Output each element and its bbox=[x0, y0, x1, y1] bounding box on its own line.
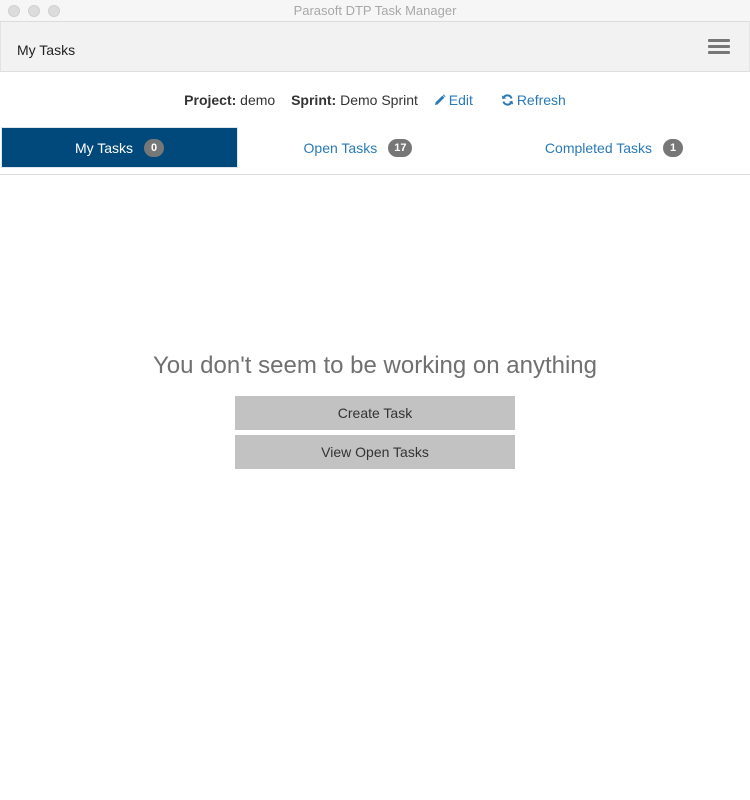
window-title: Parasoft DTP Task Manager bbox=[293, 3, 457, 18]
project-label: Project: bbox=[184, 92, 237, 108]
hamburger-bar bbox=[708, 51, 730, 54]
refresh-label: Refresh bbox=[516, 92, 566, 108]
app-header: My Tasks bbox=[0, 22, 750, 72]
sprint-label: Sprint: bbox=[291, 92, 337, 108]
hamburger-bar bbox=[708, 39, 730, 42]
hamburger-bar bbox=[708, 45, 730, 48]
tab-label: My Tasks bbox=[74, 139, 134, 156]
page-title: My Tasks bbox=[17, 42, 76, 58]
refresh-link[interactable]: Refresh bbox=[501, 92, 566, 108]
tab-my-tasks[interactable]: My Tasks 0 bbox=[1, 127, 238, 168]
window-titlebar: Parasoft DTP Task Manager bbox=[0, 0, 750, 22]
tab-open-tasks[interactable]: Open Tasks 17 bbox=[238, 127, 478, 168]
task-tabs: My Tasks 0 Open Tasks 17 Completed Tasks… bbox=[0, 127, 750, 175]
count-badge: 1 bbox=[663, 138, 684, 157]
tab-label: Completed Tasks bbox=[544, 139, 653, 156]
project-info-bar: Project: demo Sprint: Demo Sprint Edit R… bbox=[0, 92, 750, 112]
tab-label: Open Tasks bbox=[303, 139, 378, 156]
edit-link[interactable]: Edit bbox=[434, 92, 473, 108]
create-task-button[interactable]: Create Task bbox=[235, 396, 515, 430]
hamburger-menu-icon[interactable] bbox=[708, 38, 730, 56]
project-value: demo bbox=[240, 92, 276, 108]
count-badge: 0 bbox=[144, 138, 165, 157]
count-badge: 17 bbox=[388, 138, 413, 157]
refresh-icon bbox=[501, 94, 514, 106]
edit-label: Edit bbox=[448, 92, 473, 108]
pencil-icon bbox=[434, 94, 446, 105]
empty-state-message: You don't seem to be working on anything bbox=[153, 352, 597, 379]
tab-completed-tasks[interactable]: Completed Tasks 1 bbox=[478, 127, 750, 168]
view-open-tasks-button[interactable]: View Open Tasks bbox=[235, 435, 515, 469]
sprint-value: Demo Sprint bbox=[340, 92, 418, 108]
